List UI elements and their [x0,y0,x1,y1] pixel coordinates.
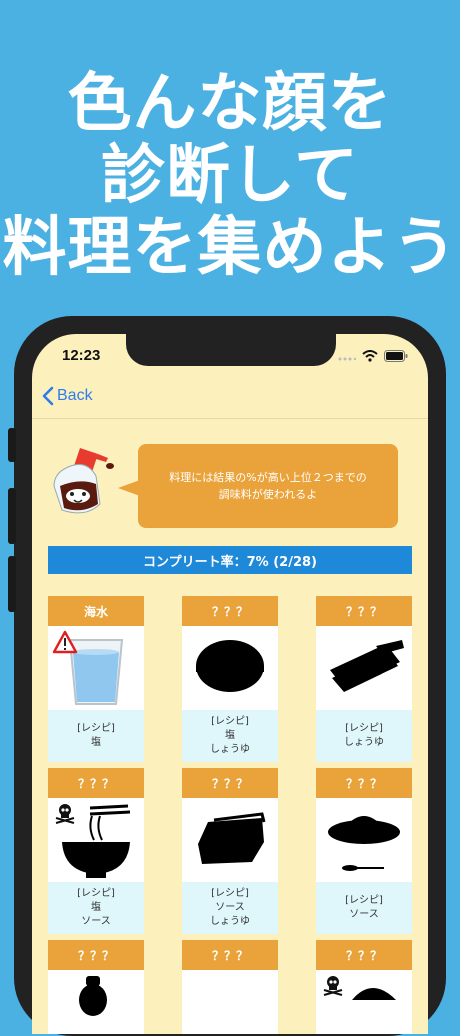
rice-bowl-silhouette-icon [196,640,264,692]
wifi-icon [362,350,378,362]
recipe-info: [レシピ] しょうゆ [316,710,412,762]
status-icons [338,350,408,362]
warning-icon [52,630,78,654]
recipe-ingredient: ソース [349,909,379,920]
toast-silhouette-icon [198,812,266,864]
completion-rate-text: コンプリート率：7% (2/28) [143,554,317,570]
back-label: Back [57,387,93,404]
dish-image [48,798,144,882]
dish-name: ？？？ [182,768,278,798]
promo-headline: 色んな顔を 診断して 料理を集めよう [0,68,460,284]
recipe-ingredient: 塩 [91,902,101,913]
recipe-label: [レシピ] [345,895,383,906]
dish-card[interactable]: ？？？ [レシピ] 塩 しょうゆ [182,596,278,762]
status-time: 12:23 [62,347,101,364]
dish-image [182,970,278,1034]
recipe-label: [レシピ] [211,888,249,899]
recipe-label: [レシピ] [211,716,249,727]
dish-name: ？？？ [48,768,144,798]
hint-text-line: 調味料が使われるよ [218,488,318,501]
recipe-ingredient: しょうゆ [210,916,250,927]
recipe-ingredient: ソース [81,916,111,927]
volume-down-button [8,556,16,612]
recipe-info: [レシピ] 塩 ソース [48,882,144,934]
dish-name: ？？？ [182,596,278,626]
dish-name: ？？？ [316,768,412,798]
dish-card[interactable]: ？？？ [316,940,412,1034]
recipe-ingredient: しょうゆ [344,737,384,748]
dish-card[interactable]: 海水 [レシピ] 塩 [48,596,144,762]
dish-card[interactable]: ？？？ [レシピ] 塩 ソース [48,768,144,934]
nav-bar: Back [32,378,428,419]
dish-image [316,626,412,710]
recipe-info: [レシピ] 塩 しょうゆ [182,710,278,762]
hint-bubble: 料理には結果の%が高い上位２つまでの 調味料が使われるよ [138,444,398,528]
dish-card[interactable]: ？？？ [182,940,278,1034]
dish-image [182,626,278,710]
dish-name: ？？？ [48,940,144,970]
curry-plate-silhouette-icon [328,816,400,871]
dish-card[interactable]: ？？？ [レシピ] ソース しょうゆ [182,768,278,934]
app-screen: 12:23 Back 料理には結果の%が高い上位２つまでの 調味料が使われるよ … [32,334,428,1034]
promo-line: 色んな顔を [67,67,393,141]
recipe-ingredient: 塩 [225,730,235,741]
signal-icon [338,357,356,361]
notch [126,334,336,366]
promo-line: 診断して [100,139,360,213]
dish-name: ？？？ [316,940,412,970]
back-button[interactable]: Back [42,386,93,406]
dish-name: ？？？ [316,596,412,626]
skull-icon [323,976,343,996]
dish-card[interactable]: ？？？ [レシピ] ソース [316,768,412,934]
battery-icon [384,350,408,362]
recipe-info: [レシピ] ソース しょうゆ [182,882,278,934]
dish-name: ？？？ [182,940,278,970]
recipe-ingredient: 塩 [91,737,101,748]
recipe-ingredient: しょうゆ [210,744,250,755]
dish-name: 海水 [48,596,144,626]
dish-image [182,798,278,882]
volume-up-button [8,488,16,544]
sushi-silhouette-icon [330,640,404,692]
bottle-silhouette-icon [79,976,107,1016]
recipe-info: [レシピ] ソース [316,882,412,934]
speech-bubble-tail [118,480,140,496]
recipe-ingredient: ソース [215,902,245,913]
dish-image [48,970,144,1034]
recipe-label: [レシピ] [345,723,383,734]
soy-sauce-mascot-icon [53,448,114,514]
completion-rate-bar: コンプリート率：7% (2/28) [48,546,412,574]
dish-card[interactable]: ？？？ [レシピ] しょうゆ [316,596,412,762]
skull-icon [55,804,75,824]
chevron-left-icon [42,386,54,406]
recipe-label: [レシピ] [77,723,115,734]
dish-image [316,798,412,882]
hint-text-line: 料理には結果の%が高い上位２つまでの [169,471,367,484]
dish-card[interactable]: ？？？ [48,940,144,1034]
mute-switch [8,428,16,462]
dish-image [316,970,412,1034]
recipe-info: [レシピ] 塩 [48,710,144,762]
dish-image [48,626,144,710]
recipe-label: [レシピ] [77,888,115,899]
promo-line: 料理を集めよう [2,211,458,285]
